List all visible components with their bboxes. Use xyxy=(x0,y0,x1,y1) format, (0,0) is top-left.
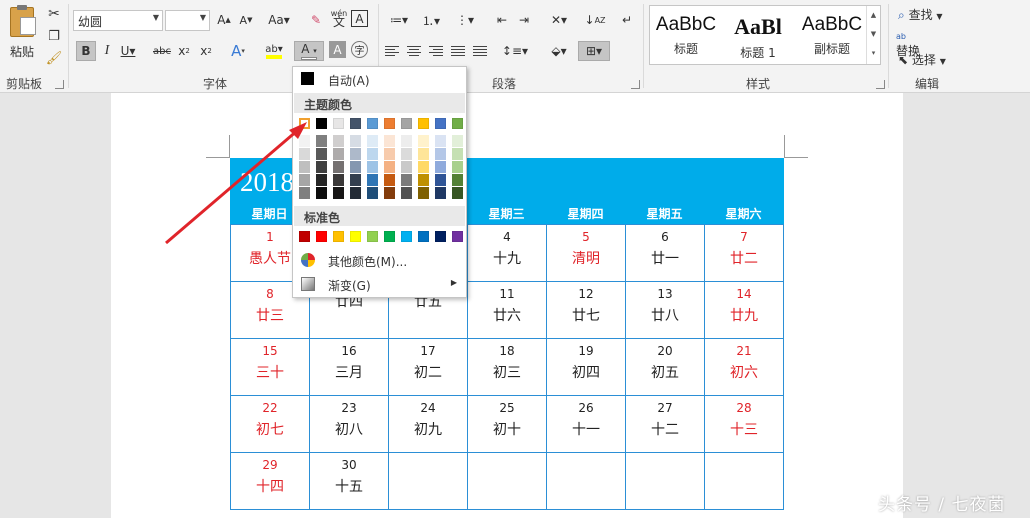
annotation-arrow xyxy=(165,122,307,245)
watermark: 头条号 / 七夜菌 xyxy=(878,495,1006,515)
